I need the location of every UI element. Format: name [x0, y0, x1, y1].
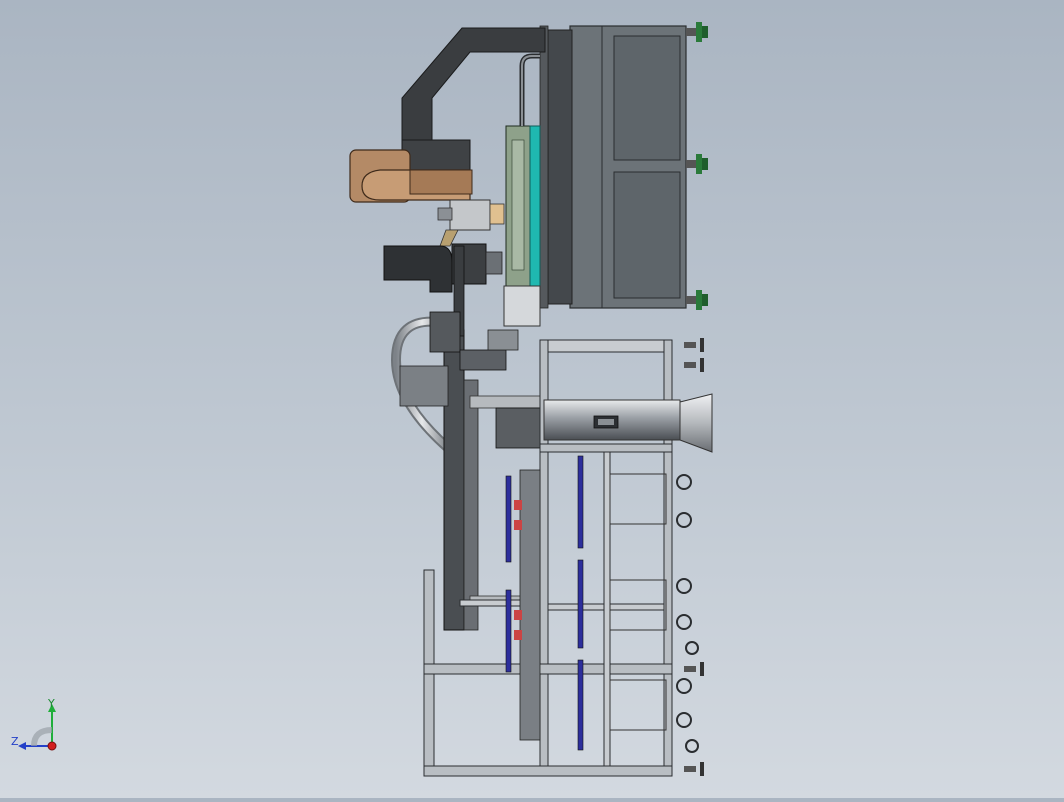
- caster-column: [676, 474, 699, 753]
- z-axis-label: Z: [11, 735, 19, 748]
- slide-rail-assembly: [503, 53, 541, 327]
- motor-block: [383, 243, 503, 293]
- leveling-foot-icon: [686, 290, 708, 310]
- cad-model-drawing: [349, 22, 713, 777]
- y-axis-label: Y: [48, 697, 55, 710]
- spool-rack: [505, 455, 667, 751]
- nozzle-unit: [437, 199, 505, 247]
- leveling-foot-icon: [686, 154, 708, 174]
- upper-cabinet: [539, 22, 708, 310]
- cad-viewport[interactable]: Y Z: [0, 0, 1064, 798]
- leveling-foot-icon: [686, 22, 708, 42]
- hopper-tube: [543, 393, 713, 453]
- coordinate-triad: [18, 704, 57, 751]
